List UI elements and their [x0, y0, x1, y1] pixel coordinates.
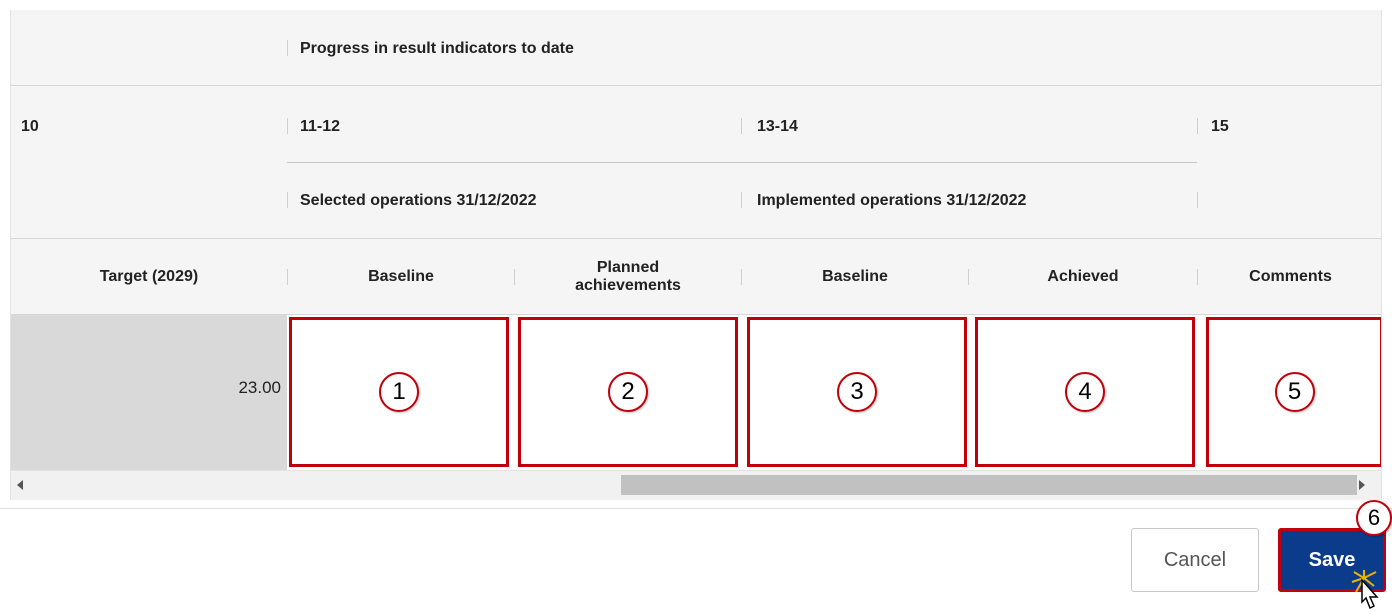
header-divider: [287, 162, 1197, 163]
step-marker-1: 1: [379, 372, 419, 412]
target-cell: 23.00: [11, 315, 287, 470]
step-marker-6: 6: [1356, 500, 1392, 536]
column-number-15: 15: [1211, 118, 1229, 135]
table-row: 23.00 1 2 3 4 5: [11, 315, 1381, 470]
table-header-number-row: 10 11-12 13-14 15 Selected operations 31…: [11, 86, 1381, 239]
table-header-column-row: Target (2029) Baseline Planned achieveme…: [11, 239, 1381, 315]
planned-achievements-input[interactable]: 2: [518, 317, 738, 467]
hand-pointer-icon: [1351, 570, 1379, 610]
column-separator: [1197, 192, 1198, 208]
step-marker-3: 3: [837, 372, 877, 412]
table-header-group-row: Progress in result indicators to date: [11, 10, 1381, 86]
baseline-selected-input[interactable]: 1: [289, 317, 509, 467]
column-number-10: 10: [21, 118, 39, 135]
target-value: 23.00: [238, 378, 281, 397]
cancel-button[interactable]: Cancel: [1131, 528, 1259, 592]
footer-divider: [0, 508, 1392, 509]
scroll-right-arrow-icon[interactable]: [1359, 480, 1365, 490]
baseline-implemented-input[interactable]: 3: [747, 317, 967, 467]
step-marker-4: 4: [1065, 372, 1105, 412]
column-number-13-14: 13-14: [757, 118, 798, 135]
column-header-achieved[interactable]: Achieved: [969, 239, 1197, 315]
scrollbar-thumb[interactable]: [621, 475, 1357, 495]
column-header-baseline-selected[interactable]: Baseline: [288, 239, 514, 315]
indicators-table: Progress in result indicators to date 10…: [10, 10, 1382, 500]
column-separator: [287, 40, 288, 56]
column-header-planned-achievements[interactable]: Planned achievements: [515, 239, 741, 315]
selected-operations-header: Selected operations 31/12/2022: [300, 192, 537, 209]
column-number-11-12: 11-12: [300, 118, 341, 135]
achieved-input[interactable]: 4: [975, 317, 1195, 467]
comments-input[interactable]: 5: [1206, 317, 1381, 467]
progress-title: Progress in result indicators to date: [300, 40, 574, 57]
step-marker-5: 5: [1274, 372, 1315, 412]
column-header-target[interactable]: Target (2029): [11, 239, 287, 315]
column-separator: [287, 118, 288, 134]
horizontal-scrollbar[interactable]: [11, 470, 1381, 500]
column-header-baseline-implemented[interactable]: Baseline: [742, 239, 968, 315]
scroll-left-arrow-icon[interactable]: [17, 480, 23, 490]
column-separator: [1197, 118, 1198, 134]
implemented-operations-header: Implemented operations 31/12/2022: [757, 192, 1027, 209]
step-marker-2: 2: [608, 372, 648, 412]
column-header-comments[interactable]: Comments: [1198, 239, 1381, 315]
column-separator: [287, 192, 288, 208]
column-separator: [741, 118, 742, 134]
column-separator: [741, 192, 742, 208]
